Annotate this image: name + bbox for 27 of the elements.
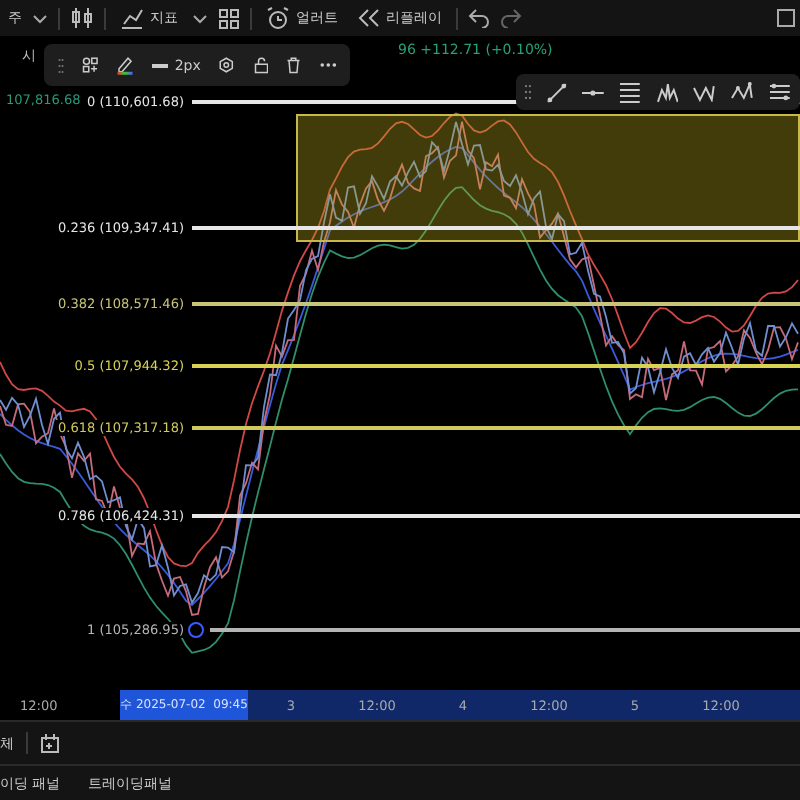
more-icon[interactable] xyxy=(319,62,336,68)
redo-icon[interactable] xyxy=(500,8,522,28)
drag-handle-icon[interactable] xyxy=(524,84,532,100)
range-icon[interactable] xyxy=(768,82,792,102)
fib-lines-icon[interactable] xyxy=(617,81,642,103)
layout-grid-icon[interactable] xyxy=(218,7,240,29)
calendar-add-icon[interactable] xyxy=(40,733,60,753)
indicator-chart-icon xyxy=(120,7,144,29)
alarm-clock-icon xyxy=(266,6,290,30)
chevron-icon[interactable] xyxy=(32,10,48,26)
zigzag-points-icon[interactable] xyxy=(730,82,755,102)
line-style-icon xyxy=(152,63,169,67)
pencil-color-icon[interactable] xyxy=(116,52,135,78)
settings-icon[interactable] xyxy=(218,54,236,76)
shapes-icon[interactable] xyxy=(82,54,99,76)
lock-icon[interactable] xyxy=(253,54,269,76)
fullscreen-icon[interactable] xyxy=(776,8,796,28)
horizontal-ray-icon[interactable] xyxy=(581,87,604,97)
pattern-icon[interactable] xyxy=(655,81,679,103)
undo-icon[interactable] xyxy=(468,8,490,28)
zigzag-icon[interactable] xyxy=(692,82,717,102)
rewind-icon xyxy=(356,8,380,28)
trend-line-icon[interactable] xyxy=(545,81,568,103)
anchor-handle[interactable] xyxy=(188,622,204,638)
candlestick-icon[interactable] xyxy=(70,6,94,30)
chevron-icon[interactable] xyxy=(192,10,208,26)
trash-icon[interactable] xyxy=(286,54,302,76)
